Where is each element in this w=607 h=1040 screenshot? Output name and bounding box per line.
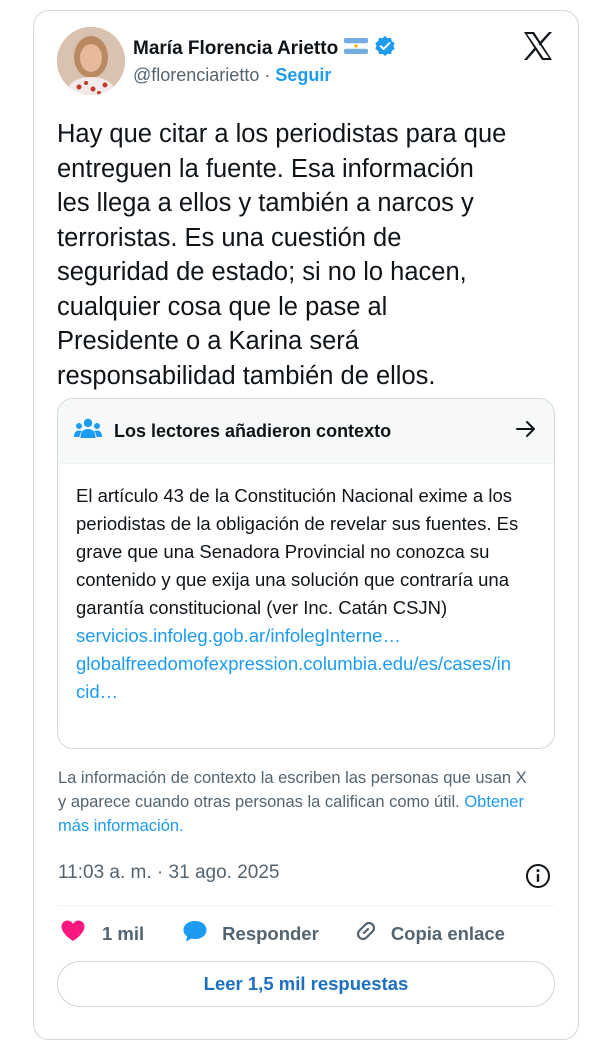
like-count: 1 mil	[102, 922, 145, 944]
argentina-flag-icon	[343, 37, 369, 59]
copy-link-label: Copia enlace	[390, 922, 505, 944]
copy-link-button[interactable]: Copia enlace	[353, 918, 505, 949]
divider	[57, 905, 555, 906]
people-icon	[74, 417, 102, 446]
reply-button[interactable]: Responder	[182, 919, 319, 948]
community-note-title: Los lectores añadieron contexto	[114, 420, 392, 441]
context-info-text: La información de contexto la escriben l…	[58, 769, 527, 811]
tweet-timestamp[interactable]: 11:03 a. m. · 31 ago. 2025	[58, 862, 279, 884]
note-link-infoleg[interactable]: servicios.infoleg.gob.ar/infolegInterne…	[76, 622, 536, 650]
author-name[interactable]: María Florencia Arietto	[133, 38, 338, 60]
speech-bubble-icon	[182, 919, 208, 948]
link-icon	[353, 918, 379, 949]
community-note-text: El artículo 43 de la Constitución Nacion…	[76, 485, 519, 618]
community-note-header[interactable]: Los lectores añadieron contexto	[58, 399, 554, 464]
handle-row: @florenciarietto · Seguir	[133, 65, 331, 86]
arrow-right-icon[interactable]	[514, 417, 538, 446]
x-logo-icon[interactable]	[522, 30, 554, 62]
community-note[interactable]: Los lectores añadieron contexto El artíc…	[57, 398, 555, 749]
heart-icon	[60, 919, 86, 948]
read-replies-button[interactable]: Leer 1,5 mil respuestas	[57, 961, 555, 1007]
separator: ·	[264, 65, 271, 85]
community-note-body: El artículo 43 de la Constitución Nacion…	[58, 464, 554, 706]
like-button[interactable]: 1 mil	[60, 919, 144, 948]
context-info: La información de contexto la escriben l…	[58, 766, 538, 838]
info-icon[interactable]	[525, 863, 551, 889]
verified-badge-icon	[374, 35, 396, 62]
tweet-text: Hay que citar a los periodistas para que…	[57, 120, 507, 390]
author-handle[interactable]: @florenciarietto	[133, 65, 259, 86]
reply-label: Responder	[222, 922, 319, 944]
avatar[interactable]	[57, 27, 125, 95]
note-link-globalfreedom[interactable]: globalfreedomofexpression.columbia.edu/e…	[76, 650, 516, 706]
action-bar: 1 mil Responder Copia enlace	[60, 918, 505, 949]
author-name-row[interactable]: María Florencia Arietto	[133, 35, 396, 62]
follow-button[interactable]: Seguir	[275, 65, 331, 86]
